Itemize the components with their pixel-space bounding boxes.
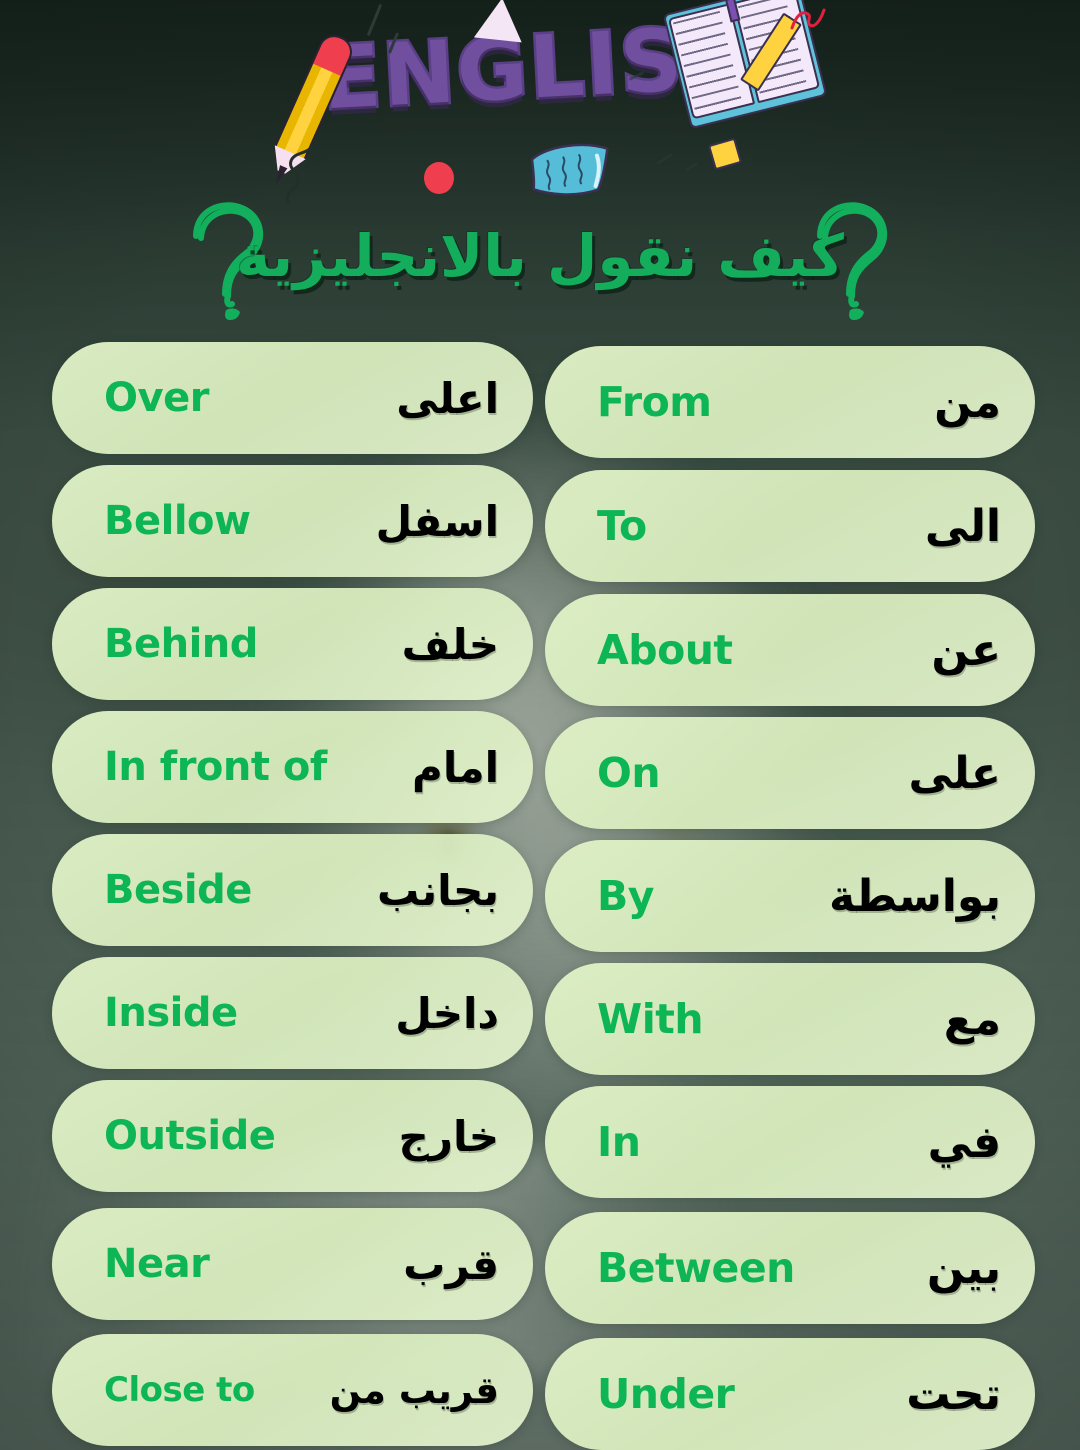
english-word: Beside [104, 867, 252, 913]
arabic-word: في [927, 1116, 1001, 1168]
english-word: On [597, 749, 661, 797]
arabic-word: قريب من [329, 1368, 499, 1412]
word-pair-card[interactable]: On على [545, 717, 1035, 829]
arabic-word: تحت [906, 1368, 1001, 1420]
arabic-word: بين [926, 1242, 1001, 1294]
english-word: By [597, 872, 654, 920]
word-pair-card[interactable]: Bellow اسفل [52, 465, 533, 577]
arabic-word: داخل [395, 988, 499, 1038]
english-word: Under [597, 1370, 735, 1418]
arabic-word: على [908, 747, 1001, 799]
word-pair-card[interactable]: From من [545, 346, 1035, 458]
english-word: Inside [104, 990, 238, 1036]
arabic-word: اعلى [396, 373, 499, 423]
english-word: From [597, 378, 712, 426]
arabic-word: بواسطة [828, 870, 1001, 922]
english-word: In [597, 1118, 641, 1166]
arabic-word: الى [924, 500, 1001, 552]
arabic-word: امام [412, 742, 499, 792]
word-pair-card[interactable]: Outside خارج [52, 1080, 533, 1192]
word-pair-card[interactable]: With مع [545, 963, 1035, 1075]
word-pair-card[interactable]: Between بين [545, 1212, 1035, 1324]
arabic-word: خارج [398, 1111, 500, 1161]
word-pair-card[interactable]: Over اعلى [52, 342, 533, 454]
english-word: To [597, 502, 647, 550]
word-pair-card[interactable]: To الى [545, 470, 1035, 582]
english-word: Close to [104, 1370, 255, 1410]
arabic-word: بجانب [376, 865, 499, 915]
arabic-word: مع [943, 993, 1001, 1045]
arabic-word: عن [931, 624, 1001, 676]
english-word: About [597, 626, 733, 674]
word-pair-card[interactable]: Beside بجانب [52, 834, 533, 946]
word-pair-card[interactable]: About عن [545, 594, 1035, 706]
english-word: Near [104, 1241, 210, 1287]
word-pair-card[interactable]: In front of امام [52, 711, 533, 823]
word-pair-card[interactable]: Behind خلف [52, 588, 533, 700]
arabic-word: من [934, 376, 1001, 428]
word-pair-card[interactable]: In في [545, 1086, 1035, 1198]
english-word: Between [597, 1244, 795, 1292]
arabic-word: قرب [403, 1239, 499, 1289]
english-word: Behind [104, 621, 258, 667]
word-pair-card[interactable]: Inside داخل [52, 957, 533, 1069]
english-word: Bellow [104, 498, 251, 544]
word-pair-card[interactable]: By بواسطة [545, 840, 1035, 952]
arabic-word: خلف [401, 619, 499, 669]
word-pair-card[interactable]: Under تحت [545, 1338, 1035, 1450]
english-word: With [597, 995, 704, 1043]
word-pair-card[interactable]: Near قرب [52, 1208, 533, 1320]
word-pair-grid: Over اعلى Bellow اسفل Behind خلف In fron… [0, 0, 1080, 1450]
english-word: Over [104, 375, 209, 421]
english-word: In front of [104, 744, 327, 790]
english-word: Outside [104, 1113, 276, 1159]
arabic-word: اسفل [375, 496, 499, 546]
word-pair-card[interactable]: Close to قريب من [52, 1334, 533, 1446]
